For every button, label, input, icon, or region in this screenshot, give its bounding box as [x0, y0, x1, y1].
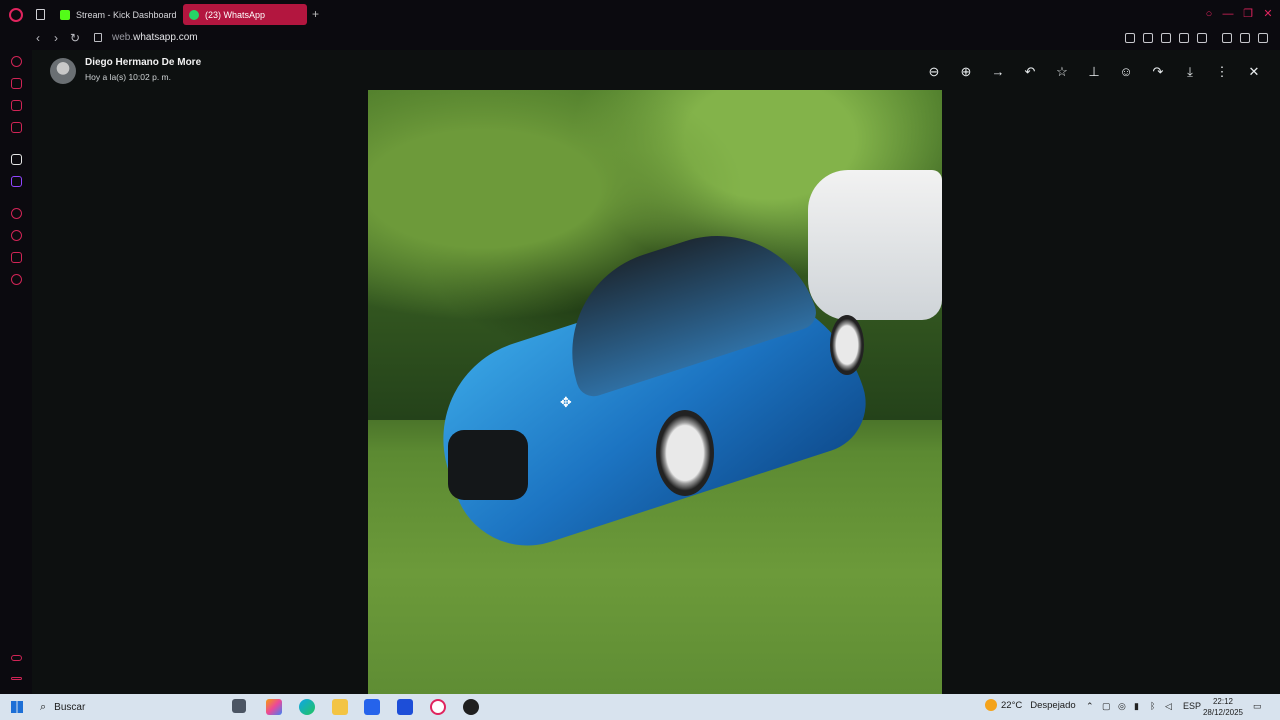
- restore-icon[interactable]: ❐: [1242, 8, 1254, 20]
- star-icon[interactable]: ☆: [1053, 62, 1071, 80]
- download-icon[interactable]: ⤓: [1181, 62, 1199, 80]
- profile-icon[interactable]: [1222, 33, 1232, 43]
- tab-whatsapp[interactable]: (23) WhatsApp: [183, 4, 307, 25]
- weather-desc: Despejado: [1030, 699, 1076, 711]
- zoom-out-icon[interactable]: ⊖: [925, 62, 943, 80]
- opera-gx-taskbar-icon[interactable]: [430, 699, 446, 715]
- volume-icon[interactable]: ◁: [1165, 701, 1172, 712]
- media-photo[interactable]: ✥: [368, 90, 942, 694]
- microphone-icon[interactable]: ▮: [1134, 701, 1139, 712]
- weather-widget[interactable]: 22°C Despejado: [985, 699, 1076, 711]
- minimize-icon[interactable]: —: [1222, 8, 1234, 20]
- app-taskbar-icon[interactable]: [463, 699, 479, 715]
- forward-icon[interactable]: ›: [54, 31, 58, 45]
- pan-cursor-icon: ✥: [560, 394, 572, 410]
- gmail-icon[interactable]: [11, 122, 22, 133]
- kick-favicon-icon: [60, 9, 70, 20]
- react-emoji-icon[interactable]: ☺: [1117, 62, 1135, 80]
- notifications-icon[interactable]: ▭: [1253, 701, 1262, 712]
- sender-avatar[interactable]: [50, 58, 76, 84]
- file-explorer-icon[interactable]: [332, 699, 348, 715]
- new-tab-button[interactable]: +: [312, 7, 319, 21]
- twitch-icon[interactable]: [11, 176, 22, 187]
- messenger-icon[interactable]: [11, 100, 22, 111]
- tray-app-icon[interactable]: ▢: [1102, 701, 1111, 712]
- address-bar: ‹ › ↻ web.whatsapp.com: [0, 29, 1280, 50]
- message-timestamp: Hoy a la(s) 10:02 p. m.: [85, 72, 171, 82]
- reply-icon[interactable]: ↶: [1021, 62, 1039, 80]
- tab-kick-dashboard[interactable]: Stream - Kick Dashboard: [54, 4, 178, 25]
- gx-icon[interactable]: [11, 655, 22, 661]
- more-menu-icon[interactable]: ⋮: [1213, 62, 1231, 80]
- search-label: Buscar: [54, 701, 86, 713]
- heart-icon[interactable]: [1197, 33, 1207, 43]
- taskbar-search[interactable]: ⌕ Buscar: [34, 697, 220, 717]
- clock-date: 28/12/2025: [1202, 708, 1244, 717]
- sun-icon: [985, 699, 997, 711]
- opera-sidebar: [0, 50, 32, 694]
- tray-expand-icon[interactable]: ⌃: [1086, 701, 1094, 712]
- extensions-icon[interactable]: [11, 252, 22, 263]
- whatsapp-favicon-icon: [189, 9, 199, 20]
- player-icon[interactable]: [1179, 33, 1189, 43]
- back-icon[interactable]: ‹: [36, 31, 40, 45]
- sidebar-more-icon[interactable]: [11, 677, 22, 680]
- copilot-icon[interactable]: [266, 699, 282, 715]
- media-viewer: Diego Hermano De More Hoy a la(s) 10:02 …: [32, 50, 1280, 694]
- aria-icon[interactable]: [11, 56, 22, 67]
- clock-time: 22:12: [1212, 697, 1234, 706]
- opera-menu-icon[interactable]: [9, 8, 23, 22]
- vpn-icon[interactable]: [1161, 33, 1171, 43]
- shopping-icon[interactable]: [11, 78, 22, 89]
- close-icon[interactable]: ✕: [1245, 62, 1263, 80]
- store-icon[interactable]: [364, 699, 380, 715]
- tab-label: (23) WhatsApp: [205, 9, 266, 20]
- forward-icon[interactable]: ↷: [1149, 62, 1167, 80]
- outlook-icon[interactable]: [397, 699, 413, 715]
- bookmark-icon[interactable]: [1125, 33, 1135, 43]
- tray-network-icon[interactable]: ◎: [1118, 701, 1126, 712]
- snapshot-icon[interactable]: [1143, 33, 1153, 43]
- edge-icon[interactable]: [299, 699, 315, 715]
- go-to-message-icon[interactable]: →: [989, 62, 1007, 80]
- history-icon[interactable]: [11, 230, 22, 241]
- sender-name: Diego Hermano De More: [85, 57, 202, 68]
- browser-tab-bar: Stream - Kick Dashboard (23) WhatsApp + …: [0, 0, 1280, 29]
- windows-taskbar: ⌕ Buscar 22°C Despejado ⌃ ▢ ◎ ▮ ᛒ ◁ ESP …: [0, 694, 1280, 720]
- settings-icon[interactable]: [11, 274, 22, 285]
- kick-icon[interactable]: [11, 154, 22, 165]
- search-tabs-icon[interactable]: ○: [1203, 8, 1215, 20]
- reload-icon[interactable]: ↻: [70, 31, 80, 45]
- close-window-icon[interactable]: ✕: [1262, 8, 1274, 20]
- player-sidebar-icon[interactable]: [11, 208, 22, 219]
- language-indicator[interactable]: ESP: [1183, 701, 1201, 711]
- pin-icon[interactable]: ⊥: [1085, 62, 1103, 80]
- photo-blue-car: [417, 209, 879, 565]
- lock-icon: [94, 33, 102, 42]
- downloads-icon[interactable]: [1240, 33, 1250, 43]
- tab-snap-icon[interactable]: [36, 9, 45, 20]
- url-field[interactable]: web.whatsapp.com: [112, 32, 198, 43]
- task-view-icon[interactable]: [232, 699, 246, 713]
- weather-temp: 22°C: [1001, 699, 1023, 711]
- system-clock[interactable]: 22:12 28/12/2025: [1202, 696, 1244, 718]
- search-icon: ⌕: [40, 700, 47, 713]
- easy-setup-icon[interactable]: [1258, 33, 1268, 43]
- zoom-in-icon[interactable]: ⊕: [957, 62, 975, 80]
- bluetooth-icon[interactable]: ᛒ: [1150, 701, 1155, 711]
- windows-start-icon[interactable]: [11, 701, 23, 713]
- tab-label: Stream - Kick Dashboard: [76, 9, 177, 20]
